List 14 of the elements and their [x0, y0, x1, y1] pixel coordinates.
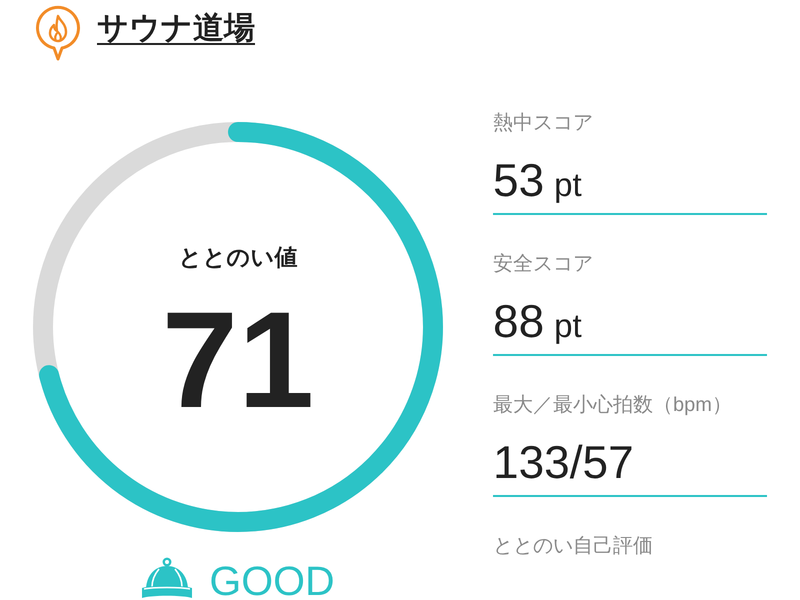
- score-label: ととのい値: [178, 243, 298, 272]
- metric-value: 88: [493, 298, 544, 344]
- score-value: 71: [162, 286, 314, 436]
- flame-pin-icon: [35, 5, 81, 61]
- metric-label: 熱中スコア: [493, 113, 594, 133]
- grade-label: GOOD: [209, 563, 335, 599]
- metric-unit: pt: [554, 306, 582, 346]
- metric-label: 最大／最小心拍数（bpm）: [493, 395, 733, 415]
- metric-unit: pt: [554, 165, 582, 205]
- metric-label: ととのい自己評価: [493, 536, 654, 556]
- metric-value: 133/57: [493, 439, 634, 485]
- page-title: サウナ道場: [97, 9, 255, 47]
- metric-value: 53: [493, 157, 544, 203]
- metric-label: 安全スコア: [493, 254, 594, 274]
